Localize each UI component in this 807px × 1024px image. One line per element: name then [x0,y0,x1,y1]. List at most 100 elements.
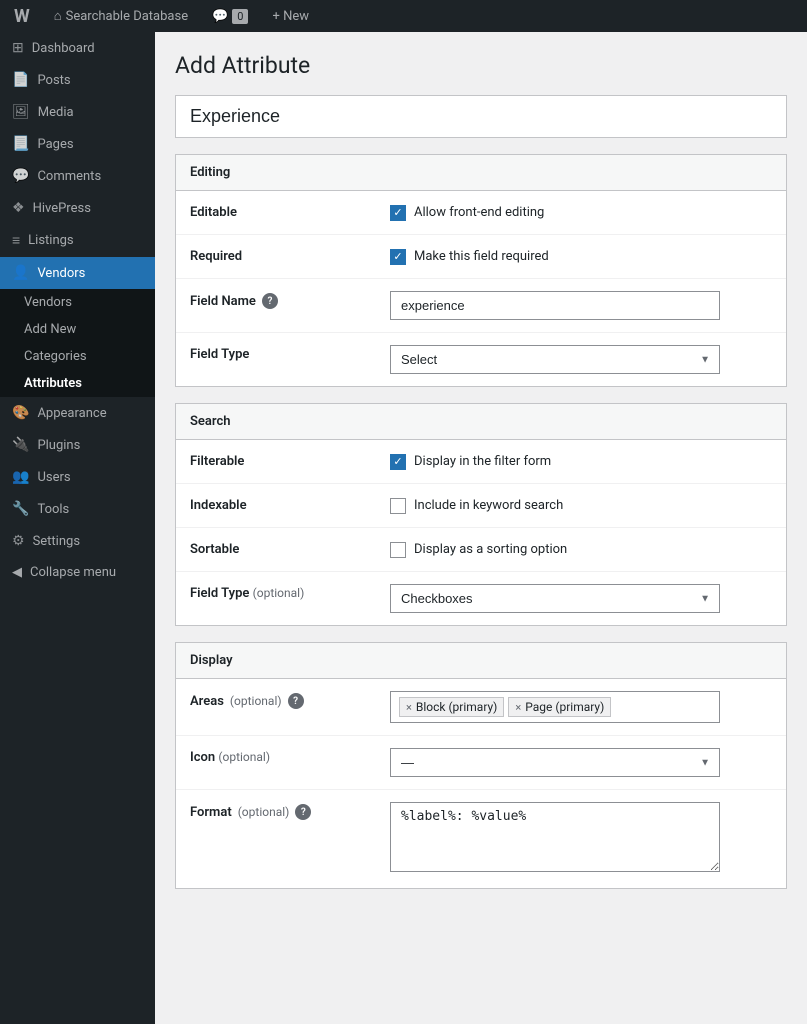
page-title: Add Attribute [175,52,787,79]
format-help-icon[interactable]: ? [295,804,311,820]
areas-label-wrap: Areas (optional) ? [190,693,362,709]
search-section: Search Filterable ✓ Display in the filte… [175,403,787,626]
editable-label: Editable [176,191,376,235]
areas-tags-input[interactable]: × Block (primary) × Page (primary) [390,691,720,723]
sidebar-item-settings[interactable]: ⚙ Settings [0,525,155,557]
sortable-cell: Display as a sorting option [376,528,786,572]
tag-page-label: Page (primary) [525,700,604,714]
search-field-type-row: Field Type (optional) Checkboxes Select … [176,572,786,626]
required-check-row: ✓ Make this field required [390,249,772,265]
field-type-select[interactable]: Select Text Textarea Checkboxes Radio [390,345,720,374]
submenu-add-new[interactable]: Add New [0,316,155,343]
attribute-name-wrapper [175,95,787,138]
sidebar-item-tools[interactable]: 🔧 Tools [0,493,155,525]
sidebar-label-settings: Settings [33,534,80,549]
home-icon: ⌂ [54,8,62,24]
field-name-input[interactable] [390,291,720,320]
sidebar-item-hivepress[interactable]: ❖ HivePress [0,192,155,224]
sidebar-item-users[interactable]: 👥 Users [0,461,155,493]
filterable-checkbox[interactable]: ✓ [390,454,406,470]
search-field-type-select-wrap: Checkboxes Select Radio ▼ [390,584,720,613]
required-row: Required ✓ Make this field required [176,235,786,279]
filterable-checkbox-label: Display in the filter form [414,454,551,469]
appearance-icon: 🎨 [12,405,29,421]
search-field-type-optional: (optional) [253,586,305,600]
sidebar-label-media: Media [38,105,74,120]
plugins-icon: 🔌 [12,437,29,453]
filterable-row: Filterable ✓ Display in the filter form [176,440,786,484]
filterable-label: Filterable [176,440,376,484]
indexable-checkbox[interactable] [390,498,406,514]
icon-select[interactable]: — [390,748,720,777]
format-textarea[interactable] [390,802,720,872]
pages-icon: 📃 [12,136,29,152]
submenu-attributes[interactable]: Attributes [0,370,155,397]
new-content-button[interactable]: + New [266,0,315,32]
field-type-select-wrap: Select Text Textarea Checkboxes Radio ▼ [390,345,720,374]
indexable-check-row: Include in keyword search [390,498,772,514]
sidebar-item-posts[interactable]: 📄 Posts [0,64,155,96]
sidebar-item-dashboard[interactable]: ⊞ Dashboard [0,32,155,64]
sidebar-item-media[interactable]: 🖼 Media [0,96,155,128]
attribute-name-input[interactable] [176,96,786,137]
editing-section: Editing Editable ✓ Allow front-end editi… [175,154,787,387]
site-name-link[interactable]: ⌂ Searchable Database [48,0,194,32]
areas-help-icon[interactable]: ? [288,693,304,709]
sidebar: ⊞ Dashboard 📄 Posts 🖼 Media 📃 Pages 💬 Co… [0,32,155,1024]
required-label: Required [176,235,376,279]
sidebar-item-vendors[interactable]: 👤 Vendors [0,257,155,289]
editable-cell: ✓ Allow front-end editing [376,191,786,235]
required-checkbox[interactable]: ✓ [390,249,406,265]
search-field-type-select[interactable]: Checkboxes Select Radio [390,584,720,613]
hivepress-icon: ❖ [12,200,25,216]
listings-icon: ≡ [12,232,20,249]
tools-icon: 🔧 [12,501,29,517]
settings-icon: ⚙ [12,533,25,549]
sidebar-item-plugins[interactable]: 🔌 Plugins [0,429,155,461]
wp-logo-button[interactable]: W [8,0,36,32]
sidebar-label-posts: Posts [37,73,70,88]
sidebar-label-pages: Pages [37,137,73,152]
search-section-header: Search [176,404,786,440]
editing-section-header: Editing [176,155,786,191]
field-type-row: Field Type Select Text Textarea Checkbox… [176,333,786,387]
icon-optional: (optional) [218,750,270,764]
sidebar-label-listings: Listings [28,233,73,248]
areas-cell: × Block (primary) × Page (primary) [376,679,786,736]
format-optional: (optional) [238,805,290,819]
sidebar-label-dashboard: Dashboard [32,41,95,56]
search-field-type-text: Field Type [190,586,249,601]
sidebar-item-appearance[interactable]: 🎨 Appearance [0,397,155,429]
main-content: Add Attribute Editing Editable ✓ Allow f… [155,32,807,1024]
comments-link[interactable]: 💬 0 [206,0,254,32]
field-name-cell [376,279,786,333]
sidebar-item-comments[interactable]: 💬 Comments [0,160,155,192]
field-name-label-wrap: Field Name ? [190,293,362,309]
editable-checkbox[interactable]: ✓ [390,205,406,221]
indexable-row: Indexable Include in keyword search [176,484,786,528]
required-cell: ✓ Make this field required [376,235,786,279]
icon-cell: — ▼ [376,736,786,790]
filterable-check-row: ✓ Display in the filter form [390,454,772,470]
display-section: Display Areas (optional) ? × [175,642,787,889]
site-name-label: Searchable Database [66,9,188,24]
tag-x-page-icon[interactable]: × [515,701,521,714]
new-label: + New [272,9,309,24]
format-cell [376,790,786,889]
search-field-type-cell: Checkboxes Select Radio ▼ [376,572,786,626]
collapse-icon: ◀ [12,565,22,580]
field-name-help-icon[interactable]: ? [262,293,278,309]
collapse-menu-button[interactable]: ◀ Collapse menu [0,557,155,588]
display-form-table: Areas (optional) ? × Block (primary) [176,679,786,888]
sidebar-item-listings[interactable]: ≡ Listings [0,224,155,257]
tag-x-block-icon[interactable]: × [406,701,412,714]
sidebar-item-pages[interactable]: 📃 Pages [0,128,155,160]
submenu-vendors[interactable]: Vendors [0,289,155,316]
submenu-categories[interactable]: Categories [0,343,155,370]
tag-block-primary: × Block (primary) [399,697,504,717]
sortable-check-row: Display as a sorting option [390,542,772,558]
format-row: Format (optional) ? [176,790,786,889]
sortable-checkbox[interactable] [390,542,406,558]
areas-label: Areas [190,694,224,709]
collapse-label: Collapse menu [30,565,116,580]
